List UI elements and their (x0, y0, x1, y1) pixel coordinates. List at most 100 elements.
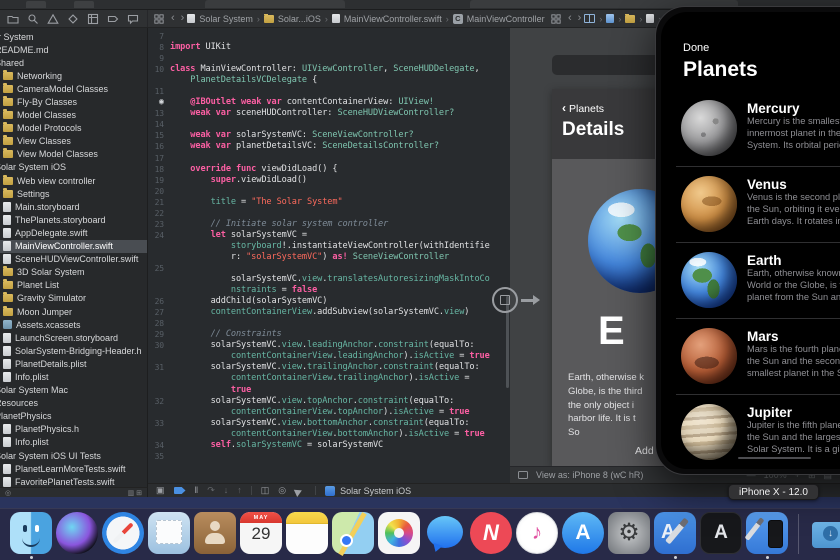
breadcrumb-item[interactable]: Solar...iOS (278, 14, 321, 24)
scheme-selector[interactable] (205, 0, 345, 8)
debug-navigator-icon[interactable] (87, 13, 99, 25)
planet-row-mars[interactable]: Mars Mars is the fourth planet the Sun and… (661, 319, 840, 394)
sysprefs-app-icon[interactable]: ⚙ (608, 512, 650, 554)
run-button[interactable] (26, 1, 46, 8)
test-navigator-icon[interactable] (67, 13, 79, 25)
sidebar-item-resources[interactable]: Resources (0, 397, 147, 410)
pause-icon[interactable]: ‖ (195, 486, 199, 495)
sidebar-item-web-view-controller[interactable]: Web view controller (0, 174, 147, 187)
sidebar-item-gravity-simulator[interactable]: Gravity Simulator (0, 292, 147, 305)
sidebar-item-cameramodel-classes[interactable]: CameraModel Classes (0, 82, 147, 95)
sidebar-item-theplanets-storyboard[interactable]: ThePlanets.storyboard (0, 213, 147, 226)
location-icon[interactable] (293, 484, 308, 497)
done-button[interactable]: Done (683, 42, 709, 54)
view-as-label[interactable]: View as: iPhone 8 (wC hR) (536, 470, 643, 480)
sidebar-item-planetlearnmoretests-swift[interactable]: PlanetLearnMoreTests.swift (0, 462, 147, 475)
safari-app-icon[interactable] (102, 512, 144, 554)
step-out-icon[interactable]: ↑ (237, 486, 242, 495)
messages-app-icon[interactable] (424, 512, 466, 554)
report-navigator-icon[interactable] (127, 13, 139, 25)
sidebar-item-view-classes[interactable]: View Classes (0, 135, 147, 148)
planet-list[interactable]: Mercury Mercury is the smallest a innermos… (661, 91, 840, 469)
sidebar-item-mainviewcontroller-swift[interactable]: MainViewController.swift (0, 239, 147, 253)
news-app-icon[interactable]: N (470, 512, 512, 554)
navigator-filter-buttons[interactable]: ▥ ⊞ (128, 489, 142, 497)
back-icon[interactable]: ‹ (565, 13, 575, 24)
memory-graph-icon[interactable]: ◎ (278, 486, 286, 495)
sidebar-item-planetphysics-h[interactable]: PlanetPhysics.h (0, 423, 147, 436)
breadcrumb-item[interactable]: Solar System (199, 14, 253, 24)
stop-button[interactable] (74, 1, 94, 8)
sidebar-item-planetdetails-plist[interactable]: PlanetDetails.plist (0, 357, 147, 370)
dock-toggle-icon[interactable]: ▣ (156, 486, 165, 495)
sidebar-item-moon-jumper[interactable]: Moon Jumper (0, 305, 147, 318)
siri-app-icon[interactable] (56, 512, 98, 554)
maps-app-icon[interactable] (332, 512, 374, 554)
sidebar-item-view-model-classes[interactable]: View Model Classes (0, 148, 147, 161)
back-icon[interactable]: ‹ (168, 13, 178, 24)
home-indicator[interactable] (738, 456, 811, 459)
panes-icon[interactable] (584, 14, 596, 23)
appstore-app-icon[interactable]: A (562, 512, 604, 554)
sidebar-item-planetphysics[interactable]: PlanetPhysics (0, 410, 147, 423)
device-icon[interactable] (518, 471, 528, 479)
planet-row-mercury[interactable]: Mercury Mercury is the smallest a innermos… (661, 91, 840, 166)
issue-navigator-icon[interactable] (47, 13, 59, 25)
sidebar-item-assets-xcassets[interactable]: Assets.xcassets (0, 318, 147, 331)
xcode-app-icon[interactable] (654, 512, 696, 559)
search-navigator-icon[interactable] (27, 13, 39, 25)
itunes-app-icon[interactable]: ♪ (516, 512, 558, 554)
simulator-app-icon[interactable] (746, 512, 788, 559)
breakpoint-navigator-icon[interactable] (107, 13, 119, 25)
sidebar-item-info-plist[interactable]: Info.plist (0, 436, 147, 449)
related-items-icon[interactable] (154, 13, 164, 24)
related-items-icon[interactable] (551, 13, 561, 24)
notes-app-icon[interactable] (286, 512, 328, 554)
sidebar-item-shared[interactable]: Shared (0, 56, 147, 69)
planet-row-earth[interactable]: EarthEarth, otherwise known aWorld or th… (661, 243, 840, 318)
sidebar-item-fly-by-classes[interactable]: Fly-By Classes (0, 95, 147, 108)
sidebar-item-3d-solar-system[interactable]: 3D Solar System (0, 266, 147, 279)
step-over-icon[interactable]: ↷ (207, 486, 215, 495)
sidebar-item-launchscreen-storyboard[interactable]: LaunchScreen.storyboard (0, 331, 147, 344)
breadcrumb-item[interactable]: MainViewController (467, 14, 545, 24)
folder-icon[interactable] (625, 13, 636, 23)
sidebar-item-solar-system-ios-ui-tests[interactable]: Solar System iOS UI Tests (0, 449, 147, 462)
code-editor[interactable]: 7 8 import UIKit 9 10 class MainViewControlle… (148, 28, 510, 483)
bluedoc-icon[interactable] (606, 14, 615, 23)
sidebar-item-main-storyboard[interactable]: Main.storyboard (0, 200, 147, 213)
contacts-app-icon[interactable] (194, 512, 236, 554)
sidebar-item-settings[interactable]: Settings (0, 187, 147, 200)
doc-icon[interactable] (646, 14, 655, 23)
sidebar-item-readme-md[interactable]: README.md (0, 43, 147, 56)
running-process[interactable]: Solar System iOS (325, 485, 411, 496)
sidebar-item-appdelegate-swift[interactable]: AppDelegate.swift (0, 226, 147, 239)
finder-app-icon[interactable] (10, 512, 52, 559)
add-favorite-button[interactable]: Add (635, 445, 654, 457)
project-navigator-icon[interactable] (7, 13, 19, 25)
sidebar-item-solar-system[interactable]: Solar System (0, 30, 147, 43)
photos-app-icon[interactable] (378, 512, 420, 554)
sidebar-item-model-classes[interactable]: Model Classes (0, 109, 147, 122)
downloads-app-icon[interactable] (809, 512, 840, 554)
sidebar-item-networking[interactable]: Networking (0, 69, 147, 82)
sidebar-item-solarsystem-bridging-header-h[interactable]: SolarSystem-Bridging-Header.h (0, 344, 147, 357)
sidebar-item-planet-list[interactable]: Planet List (0, 279, 147, 292)
storyboard-entry-segue-icon[interactable] (492, 286, 542, 316)
xcode-dark-app-icon[interactable]: A (700, 512, 742, 554)
sidebar-item-solar-system-mac[interactable]: Solar System Mac (0, 384, 147, 397)
planet-row-venus[interactable]: VenusVenus is the second planthe Sun, or… (661, 167, 840, 242)
sidebar-item-scenehudviewcontroller-swift[interactable]: SceneHUDViewController.swift (0, 253, 147, 266)
mail-app-icon[interactable] (148, 512, 190, 554)
forward-icon[interactable]: › (575, 13, 585, 24)
sidebar-item-model-protocols[interactable]: Model Protocols (0, 122, 147, 135)
breadcrumb-item[interactable]: MainViewController.swift (344, 14, 442, 24)
sidebar-item-solar-system-ios[interactable]: Solar System iOS (0, 161, 147, 174)
back-button[interactable]: ‹ Planets (562, 101, 604, 115)
sidebar-item-favoriteplanettests-swift[interactable]: FavoritePlanetTests.swift (0, 475, 147, 487)
sidebar-item-info-plist[interactable]: Info.plist (0, 370, 147, 383)
breakpoints-toggle-icon[interactable] (173, 487, 186, 494)
step-into-icon[interactable]: ↓ (224, 486, 229, 495)
view-debugger-icon[interactable]: ◫ (261, 486, 270, 495)
forward-icon[interactable]: › (178, 13, 188, 24)
